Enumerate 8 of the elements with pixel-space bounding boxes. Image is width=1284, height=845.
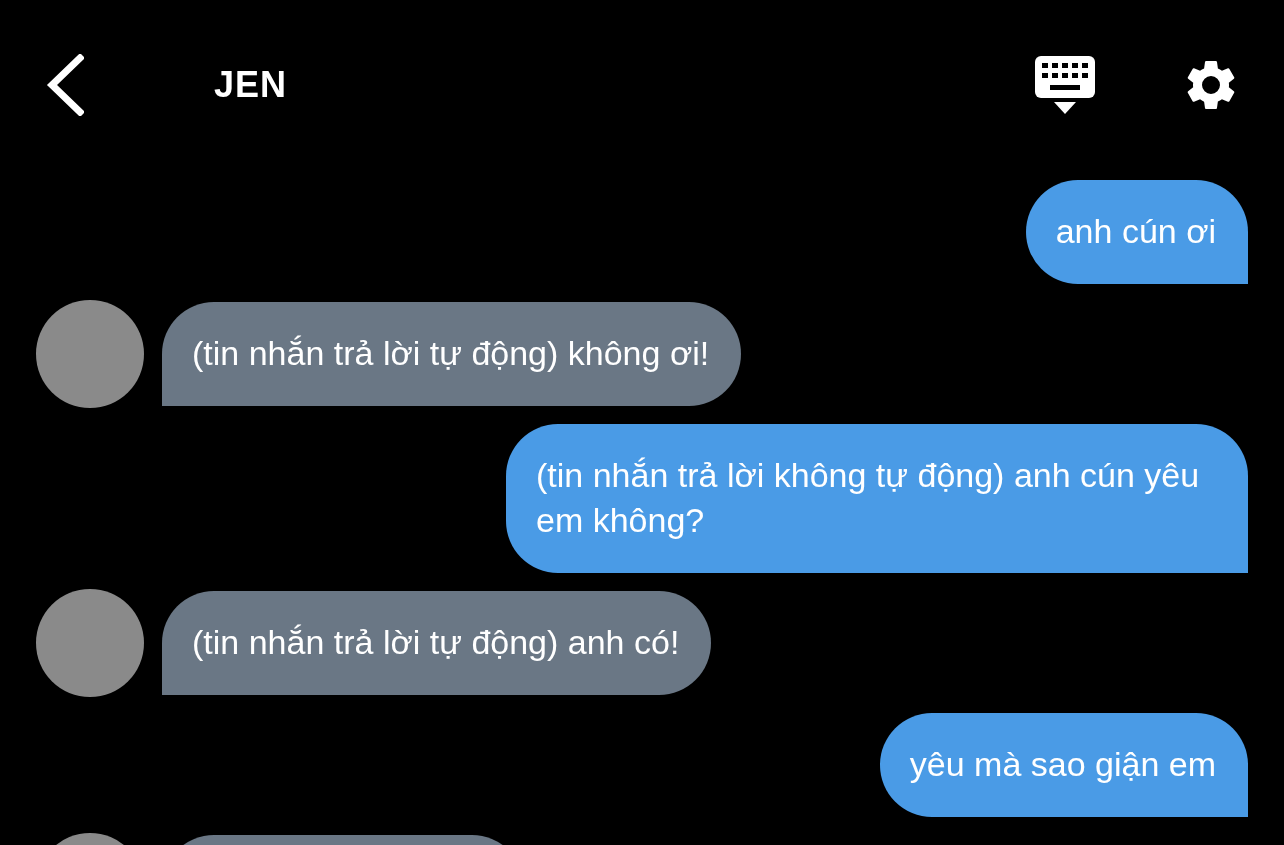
chat-title: JEN bbox=[214, 64, 288, 106]
back-icon[interactable] bbox=[46, 54, 84, 116]
sent-message: (tin nhắn trả lời không tự động) anh cún yêu em không? bbox=[506, 424, 1248, 573]
sent-message: yêu mà sao giận em bbox=[879, 713, 1248, 817]
received-message: (tin nhắn trả lời tự động) anh có! bbox=[162, 591, 712, 695]
keyboard-icon[interactable] bbox=[1034, 54, 1096, 116]
received-message: (tin nhắn trả lời tự động) không ơi! bbox=[162, 302, 742, 406]
sent-message: anh cún ơi bbox=[1025, 180, 1248, 284]
